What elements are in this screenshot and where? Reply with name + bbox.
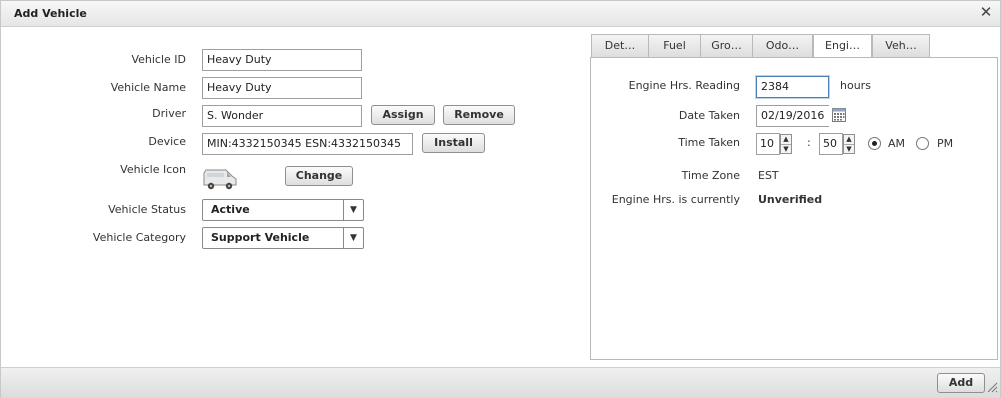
am-radio[interactable] bbox=[868, 137, 881, 150]
engine-hours-input[interactable]: 2384 bbox=[756, 76, 829, 98]
remove-driver-button[interactable]: Remove bbox=[443, 105, 515, 125]
pm-radio[interactable] bbox=[916, 137, 929, 150]
hour-input[interactable]: 10 bbox=[756, 133, 780, 155]
driver-label: Driver bbox=[152, 107, 186, 120]
tab-details[interactable]: Det… bbox=[591, 34, 649, 57]
install-device-button[interactable]: Install bbox=[422, 133, 485, 153]
vehicle-icon-label: Vehicle Icon bbox=[120, 163, 186, 176]
calendar-icon[interactable] bbox=[832, 108, 846, 122]
vehicle-id-label: Vehicle ID bbox=[131, 53, 186, 66]
driver-input[interactable]: S. Wonder bbox=[202, 105, 362, 127]
time-zone-value: EST bbox=[758, 169, 779, 182]
engine-hours-panel bbox=[590, 57, 998, 360]
vehicle-name-input[interactable]: Heavy Duty bbox=[202, 77, 362, 99]
add-button[interactable]: Add bbox=[937, 373, 985, 393]
vehicle-status-select[interactable]: Active ▼ bbox=[202, 199, 364, 221]
chevron-down-icon[interactable]: ▼ bbox=[343, 200, 363, 220]
minute-input[interactable]: 50 bbox=[819, 133, 843, 155]
vehicle-category-select[interactable]: Support Vehicle ▼ bbox=[202, 227, 364, 249]
title-bar[interactable]: Add Vehicle ✕ bbox=[1, 1, 1000, 27]
tab-vehicle[interactable]: Veh… bbox=[872, 34, 930, 57]
van-icon bbox=[202, 167, 238, 191]
assign-driver-button[interactable]: Assign bbox=[371, 105, 435, 125]
vehicle-id-input[interactable]: Heavy Duty bbox=[202, 49, 362, 71]
tab-engine[interactable]: Engi… bbox=[813, 34, 872, 58]
time-separator: : bbox=[807, 136, 811, 149]
chevron-down-icon[interactable]: ▼ bbox=[343, 228, 363, 248]
date-taken-label: Date Taken bbox=[678, 109, 740, 122]
hours-unit: hours bbox=[840, 79, 871, 92]
engine-status-value: Unverified bbox=[758, 193, 823, 206]
change-icon-button[interactable]: Change bbox=[285, 166, 353, 186]
date-taken-input[interactable]: 02/19/2016 bbox=[756, 105, 829, 127]
am-label: AM bbox=[888, 137, 906, 150]
minute-spinner[interactable]: ▲ ▼ bbox=[843, 134, 855, 154]
device-input[interactable]: MIN:4332150345 ESN:4332150345 bbox=[202, 133, 413, 155]
device-label: Device bbox=[148, 135, 186, 148]
engine-status-label: Engine Hrs. is currently bbox=[611, 193, 740, 206]
vehicle-status-value: Active bbox=[211, 203, 250, 216]
pm-label: PM bbox=[937, 137, 954, 150]
vehicle-name-label: Vehicle Name bbox=[110, 81, 186, 94]
spinner-up-icon[interactable]: ▲ bbox=[844, 135, 854, 145]
vehicle-status-label: Vehicle Status bbox=[108, 203, 186, 216]
tab-fuel[interactable]: Fuel bbox=[648, 34, 701, 57]
spinner-up-icon[interactable]: ▲ bbox=[781, 135, 791, 145]
tab-odometer[interactable]: Odo… bbox=[752, 34, 813, 57]
dialog-footer: Add bbox=[1, 367, 1000, 398]
vehicle-category-label: Vehicle Category bbox=[92, 231, 186, 244]
spinner-down-icon[interactable]: ▼ bbox=[781, 145, 791, 154]
close-icon[interactable]: ✕ bbox=[978, 4, 994, 20]
engine-hours-label: Engine Hrs. Reading bbox=[628, 79, 740, 92]
time-zone-label: Time Zone bbox=[681, 169, 740, 182]
time-taken-label: Time Taken bbox=[678, 136, 740, 149]
add-vehicle-dialog: Add Vehicle ✕ Vehicle ID Heavy Duty Vehi… bbox=[0, 0, 1001, 398]
resize-grip-icon[interactable] bbox=[986, 381, 998, 396]
dialog-title: Add Vehicle bbox=[14, 7, 87, 20]
hour-spinner[interactable]: ▲ ▼ bbox=[780, 134, 792, 154]
tab-groups[interactable]: Gro… bbox=[700, 34, 753, 57]
spinner-down-icon[interactable]: ▼ bbox=[844, 145, 854, 154]
vehicle-category-value: Support Vehicle bbox=[211, 231, 310, 244]
